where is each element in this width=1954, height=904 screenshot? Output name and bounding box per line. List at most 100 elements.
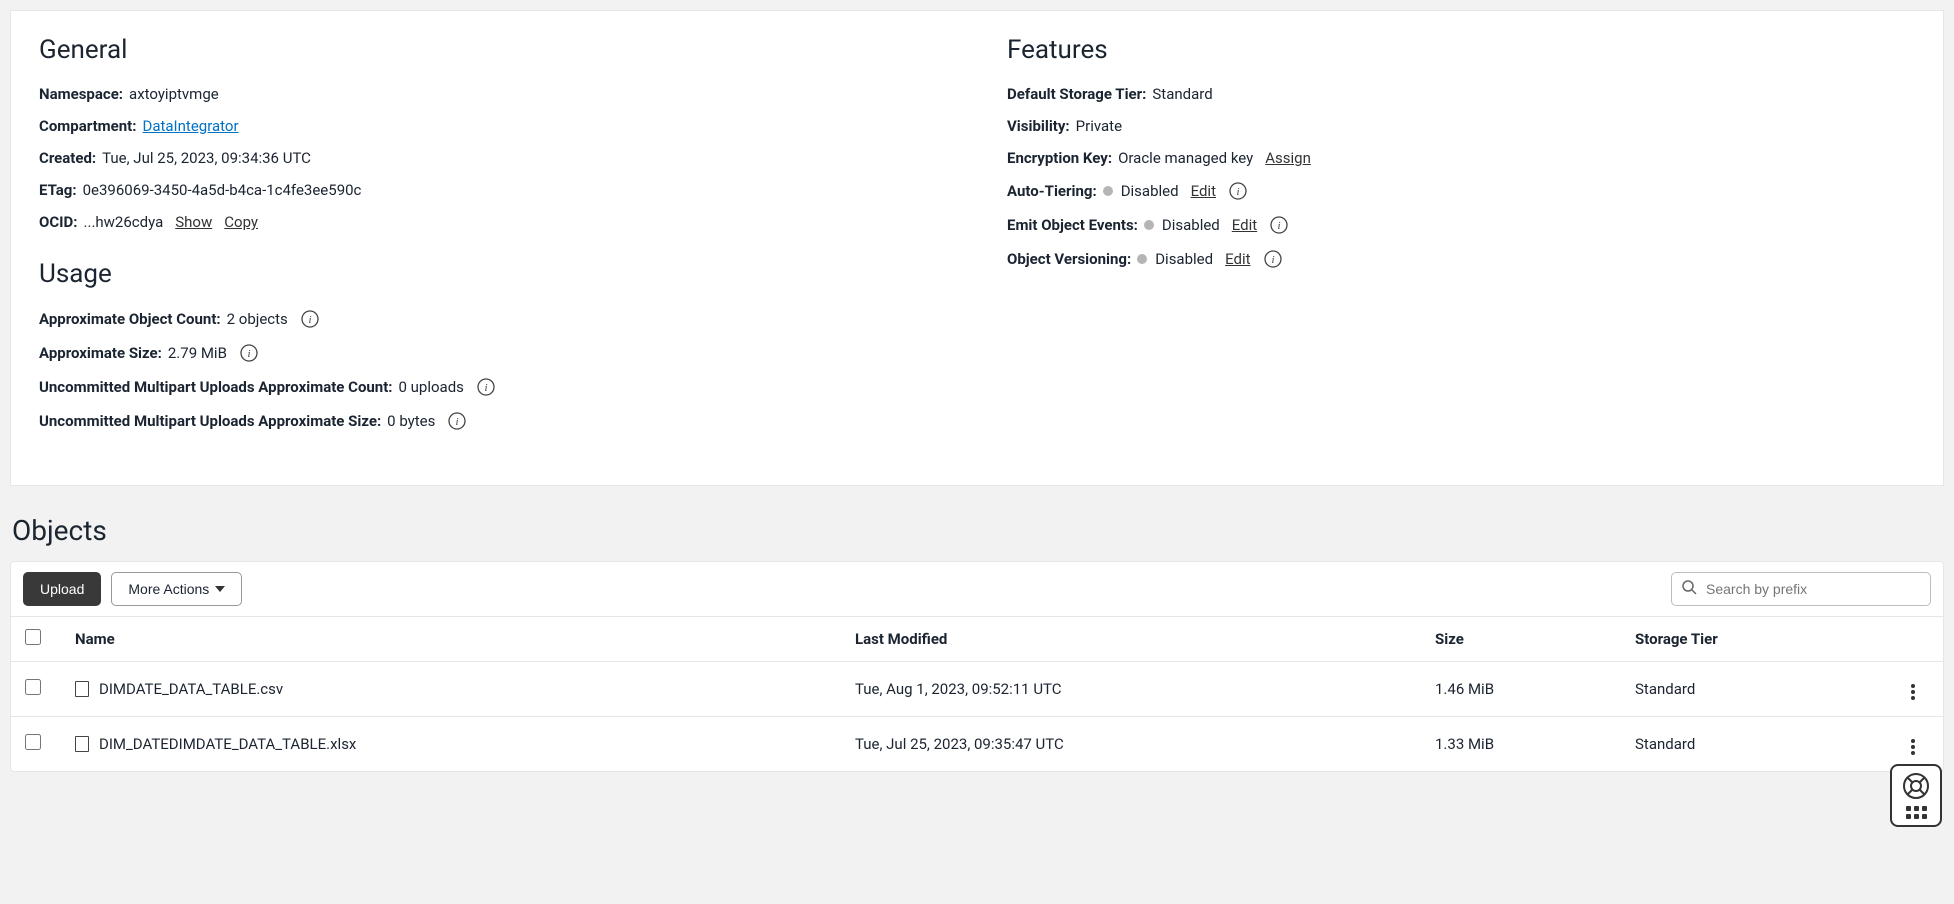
- table-row: DIMDATE_DATA_TABLE.csv Tue, Aug 1, 2023,…: [11, 662, 1943, 717]
- object-count-row: Approximate Object Count: 2 objects i: [39, 309, 947, 329]
- row-checkbox[interactable]: [25, 734, 41, 750]
- created-label: Created:: [39, 149, 96, 167]
- info-icon[interactable]: i: [1269, 215, 1289, 235]
- namespace-value: axtoyiptvmge: [129, 85, 219, 103]
- encryption-value: Oracle managed key: [1118, 149, 1253, 167]
- uncommitted-size-value: 0 bytes: [387, 412, 435, 430]
- svg-text:i: i: [1271, 254, 1274, 266]
- table-row: DIM_DATEDIMDATE_DATA_TABLE.xlsx Tue, Jul…: [11, 717, 1943, 772]
- compartment-link[interactable]: DataIntegrator: [142, 117, 238, 135]
- floating-help-widget[interactable]: [1890, 764, 1942, 827]
- namespace-label: Namespace:: [39, 85, 123, 103]
- uncommitted-count-label: Uncommitted Multipart Uploads Approximat…: [39, 378, 393, 396]
- uncommitted-size-label: Uncommitted Multipart Uploads Approximat…: [39, 412, 381, 430]
- ocid-value: ...hw26cdya: [84, 213, 164, 231]
- row-checkbox[interactable]: [25, 679, 41, 695]
- uncommitted-count-row: Uncommitted Multipart Uploads Approximat…: [39, 377, 947, 397]
- assign-key-link[interactable]: Assign: [1265, 149, 1311, 167]
- namespace-row: Namespace: axtoyiptvmge: [39, 85, 947, 103]
- storage-tier-label: Default Storage Tier:: [1007, 85, 1146, 103]
- visibility-row: Visibility: Private: [1007, 117, 1915, 135]
- features-heading: Features: [1007, 35, 1915, 65]
- svg-text:i: i: [1278, 220, 1281, 232]
- row-actions-menu[interactable]: [1907, 735, 1919, 759]
- more-actions-label: More Actions: [128, 581, 209, 597]
- objects-heading: Objects: [0, 486, 1954, 561]
- status-dot-icon: [1103, 186, 1113, 196]
- created-row: Created: Tue, Jul 25, 2023, 09:34:36 UTC: [39, 149, 947, 167]
- object-tier: Standard: [1621, 717, 1893, 772]
- info-icon[interactable]: i: [300, 309, 320, 329]
- visibility-label: Visibility:: [1007, 117, 1070, 135]
- approx-size-value: 2.79 MiB: [168, 344, 227, 362]
- ocid-copy-link[interactable]: Copy: [224, 213, 258, 231]
- status-dot-icon: [1137, 254, 1147, 264]
- uncommitted-size-row: Uncommitted Multipart Uploads Approximat…: [39, 411, 947, 431]
- encryption-label: Encryption Key:: [1007, 149, 1112, 167]
- left-column: General Namespace: axtoyiptvmge Compartm…: [39, 35, 947, 445]
- objects-table: Name Last Modified Size Storage Tier DIM…: [11, 616, 1943, 771]
- column-header-last-modified[interactable]: Last Modified: [841, 617, 1421, 662]
- search-wrap: [1671, 572, 1931, 606]
- svg-text:i: i: [247, 348, 250, 360]
- info-icon[interactable]: i: [239, 343, 259, 363]
- auto-tiering-edit-link[interactable]: Edit: [1191, 182, 1216, 200]
- approx-size-row: Approximate Size: 2.79 MiB i: [39, 343, 947, 363]
- svg-text:i: i: [484, 382, 487, 394]
- versioning-row: Object Versioning: Disabled Edit i: [1007, 249, 1915, 269]
- column-header-tier[interactable]: Storage Tier: [1621, 617, 1893, 662]
- objects-panel: Upload More Actions Name Last Modified S…: [10, 561, 1944, 772]
- auto-tiering-value: Disabled: [1121, 182, 1179, 200]
- info-icon[interactable]: i: [1263, 249, 1283, 269]
- file-icon: [75, 736, 89, 752]
- status-dot-icon: [1144, 220, 1154, 230]
- versioning-value: Disabled: [1155, 250, 1213, 268]
- general-heading: General: [39, 35, 947, 65]
- emit-events-value: Disabled: [1162, 216, 1220, 234]
- compartment-row: Compartment: DataIntegrator: [39, 117, 947, 135]
- visibility-value: Private: [1076, 117, 1122, 135]
- right-column: Features Default Storage Tier: Standard …: [1007, 35, 1915, 445]
- etag-value: 0e396069-3450-4a5d-b4ca-1c4fe3ee590c: [83, 181, 362, 199]
- object-size: 1.46 MiB: [1421, 662, 1621, 717]
- file-icon: [75, 681, 89, 697]
- object-size: 1.33 MiB: [1421, 717, 1621, 772]
- auto-tiering-label: Auto-Tiering:: [1007, 182, 1097, 200]
- row-actions-menu[interactable]: [1907, 680, 1919, 704]
- table-header-row: Name Last Modified Size Storage Tier: [11, 617, 1943, 662]
- approx-size-label: Approximate Size:: [39, 344, 162, 362]
- object-count-label: Approximate Object Count:: [39, 310, 221, 328]
- storage-tier-row: Default Storage Tier: Standard: [1007, 85, 1915, 103]
- svg-text:i: i: [1236, 186, 1239, 198]
- emit-events-edit-link[interactable]: Edit: [1232, 216, 1257, 234]
- versioning-edit-link[interactable]: Edit: [1225, 250, 1250, 268]
- versioning-label: Object Versioning:: [1007, 250, 1131, 268]
- ocid-label: OCID:: [39, 213, 78, 231]
- upload-button[interactable]: Upload: [23, 572, 101, 606]
- etag-label: ETag:: [39, 181, 77, 199]
- info-icon[interactable]: i: [1228, 181, 1248, 201]
- created-value: Tue, Jul 25, 2023, 09:34:36 UTC: [102, 149, 311, 167]
- apps-grid-icon[interactable]: [1906, 806, 1927, 819]
- info-icon[interactable]: i: [447, 411, 467, 431]
- object-name[interactable]: DIMDATE_DATA_TABLE.csv: [99, 680, 283, 698]
- encryption-row: Encryption Key: Oracle managed key Assig…: [1007, 149, 1915, 167]
- object-count-value: 2 objects: [227, 310, 288, 328]
- svg-text:i: i: [456, 416, 459, 428]
- object-last-modified: Tue, Aug 1, 2023, 09:52:11 UTC: [841, 662, 1421, 717]
- select-all-checkbox[interactable]: [25, 629, 41, 645]
- more-actions-button[interactable]: More Actions: [111, 572, 242, 606]
- ocid-show-link[interactable]: Show: [175, 213, 212, 231]
- search-input[interactable]: [1671, 572, 1931, 606]
- column-header-size[interactable]: Size: [1421, 617, 1621, 662]
- storage-tier-value: Standard: [1152, 85, 1212, 103]
- column-header-name[interactable]: Name: [61, 617, 841, 662]
- uncommitted-count-value: 0 uploads: [399, 378, 464, 396]
- info-icon[interactable]: i: [476, 377, 496, 397]
- object-last-modified: Tue, Jul 25, 2023, 09:35:47 UTC: [841, 717, 1421, 772]
- objects-toolbar: Upload More Actions: [11, 562, 1943, 616]
- emit-events-row: Emit Object Events: Disabled Edit i: [1007, 215, 1915, 235]
- support-icon[interactable]: [1902, 772, 1930, 800]
- ocid-row: OCID: ...hw26cdya Show Copy: [39, 213, 947, 231]
- object-name[interactable]: DIM_DATEDIMDATE_DATA_TABLE.xlsx: [99, 735, 356, 753]
